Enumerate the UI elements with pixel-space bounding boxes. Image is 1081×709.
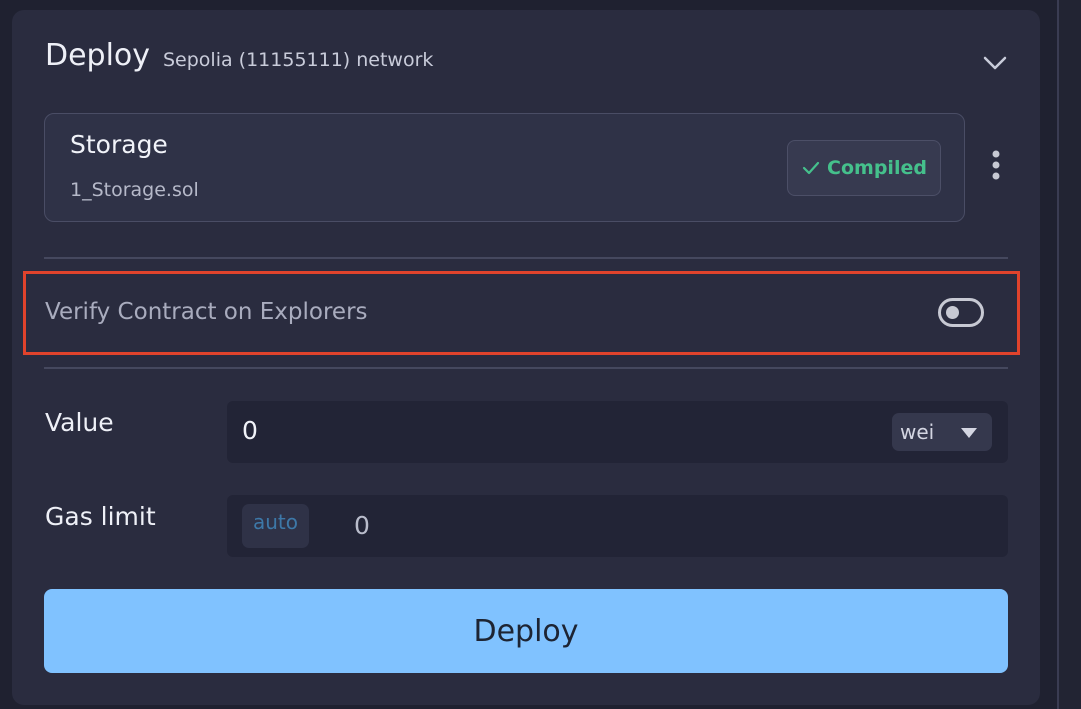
value-input[interactable]: 0 wei [227,401,1008,463]
section-title: Deploy [45,38,151,73]
compiled-label: Compiled [827,157,927,179]
gas-limit-value: 0 [354,511,370,540]
unit-select[interactable]: wei [892,413,992,451]
panel-scrollbar[interactable] [1057,0,1059,709]
verify-contract-label: Verify Contract on Explorers [45,299,368,325]
contract-file: 1_Storage.sol [70,179,199,201]
deploy-button[interactable]: Deploy [44,589,1008,673]
verify-contract-row: Verify Contract on Explorers [23,271,1020,355]
right-rail [1057,0,1081,709]
toggle-knob [946,306,959,319]
caret-down-icon [961,428,977,438]
gas-limit-input[interactable]: auto 0 [227,495,1008,557]
network-label: Sepolia (11155111) network [163,49,434,71]
divider [44,367,1008,369]
contract-card[interactable]: Storage 1_Storage.sol Compiled [44,113,965,222]
contract-name: Storage [70,130,168,159]
divider [44,257,1008,259]
check-icon [802,161,820,175]
value-label: Value [45,408,114,437]
compiled-badge: Compiled [787,140,941,196]
kebab-menu-icon[interactable] [982,146,1010,186]
chevron-down-icon[interactable] [978,46,1012,80]
unit-label: wei [900,420,935,444]
gas-limit-label: Gas limit [45,502,156,531]
verify-contract-toggle[interactable] [938,298,984,327]
deploy-panel-page: Deploy Sepolia (11155111) network Storag… [0,0,1081,709]
gas-auto-toggle[interactable]: auto [242,504,309,548]
value-amount: 0 [242,416,258,445]
